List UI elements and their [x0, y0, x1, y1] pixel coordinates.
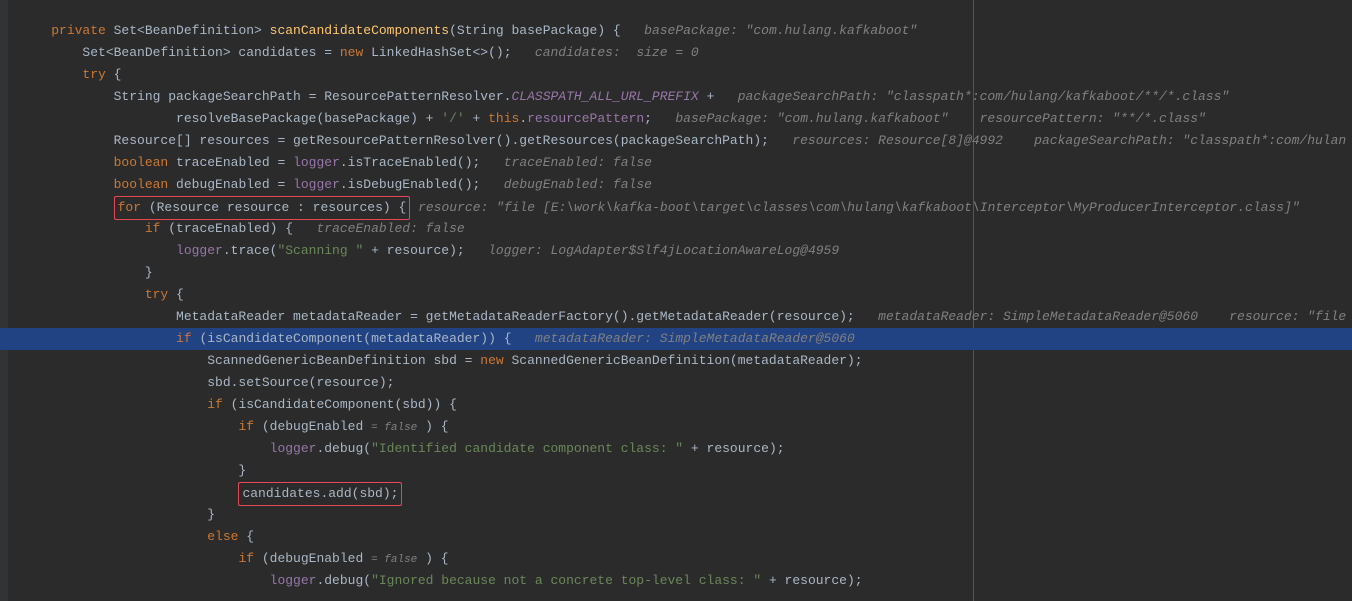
code-line-annotated[interactable]: for (Resource resource : resources) { re… — [0, 196, 1352, 218]
code-line[interactable]: Resource[] resources = getResourcePatter… — [0, 130, 1352, 152]
code-line[interactable]: else { — [0, 526, 1352, 548]
code-line[interactable]: boolean debugEnabled = logger.isDebugEna… — [0, 174, 1352, 196]
code-line[interactable]: String packageSearchPath = ResourcePatte… — [0, 86, 1352, 108]
code-line[interactable]: } — [0, 262, 1352, 284]
code-line[interactable]: logger.debug("Identified candidate compo… — [0, 438, 1352, 460]
code-line[interactable]: if (debugEnabled = false ) { — [0, 548, 1352, 570]
code-line[interactable]: resolveBasePackage(basePackage) + '/' + … — [0, 108, 1352, 130]
code-line[interactable]: boolean traceEnabled = logger.isTraceEna… — [0, 152, 1352, 174]
code-line[interactable]: ScannedGenericBeanDefinition sbd = new S… — [0, 350, 1352, 372]
annotation-box: candidates.add(sbd); — [238, 482, 402, 506]
code-line[interactable]: } — [0, 460, 1352, 482]
code-line-current[interactable]: if (isCandidateComponent(metadataReader)… — [0, 328, 1352, 350]
code-line[interactable]: try { — [0, 284, 1352, 306]
code-line[interactable]: MetadataReader metadataReader = getMetad… — [0, 306, 1352, 328]
code-line[interactable]: if (isCandidateComponent(sbd)) { — [0, 394, 1352, 416]
code-line[interactable]: logger.debug("Ignored because not a conc… — [0, 570, 1352, 592]
code-line[interactable]: try { — [0, 64, 1352, 86]
annotation-box: for (Resource resource : resources) { — [114, 196, 411, 220]
code-line[interactable]: sbd.setSource(resource); — [0, 372, 1352, 394]
code-line[interactable]: } — [0, 504, 1352, 526]
code-line[interactable]: if (debugEnabled = false ) { — [0, 416, 1352, 438]
code-line-annotated[interactable]: candidates.add(sbd); — [0, 482, 1352, 504]
code-line[interactable]: private Set<BeanDefinition> scanCandidat… — [0, 20, 1352, 42]
code-line[interactable]: if (traceEnabled) { traceEnabled: false — [0, 218, 1352, 240]
code-line[interactable]: Set<BeanDefinition> candidates = new Lin… — [0, 42, 1352, 64]
code-line[interactable]: logger.trace("Scanning " + resource); lo… — [0, 240, 1352, 262]
code-editor[interactable]: private Set<BeanDefinition> scanCandidat… — [0, 20, 1352, 592]
